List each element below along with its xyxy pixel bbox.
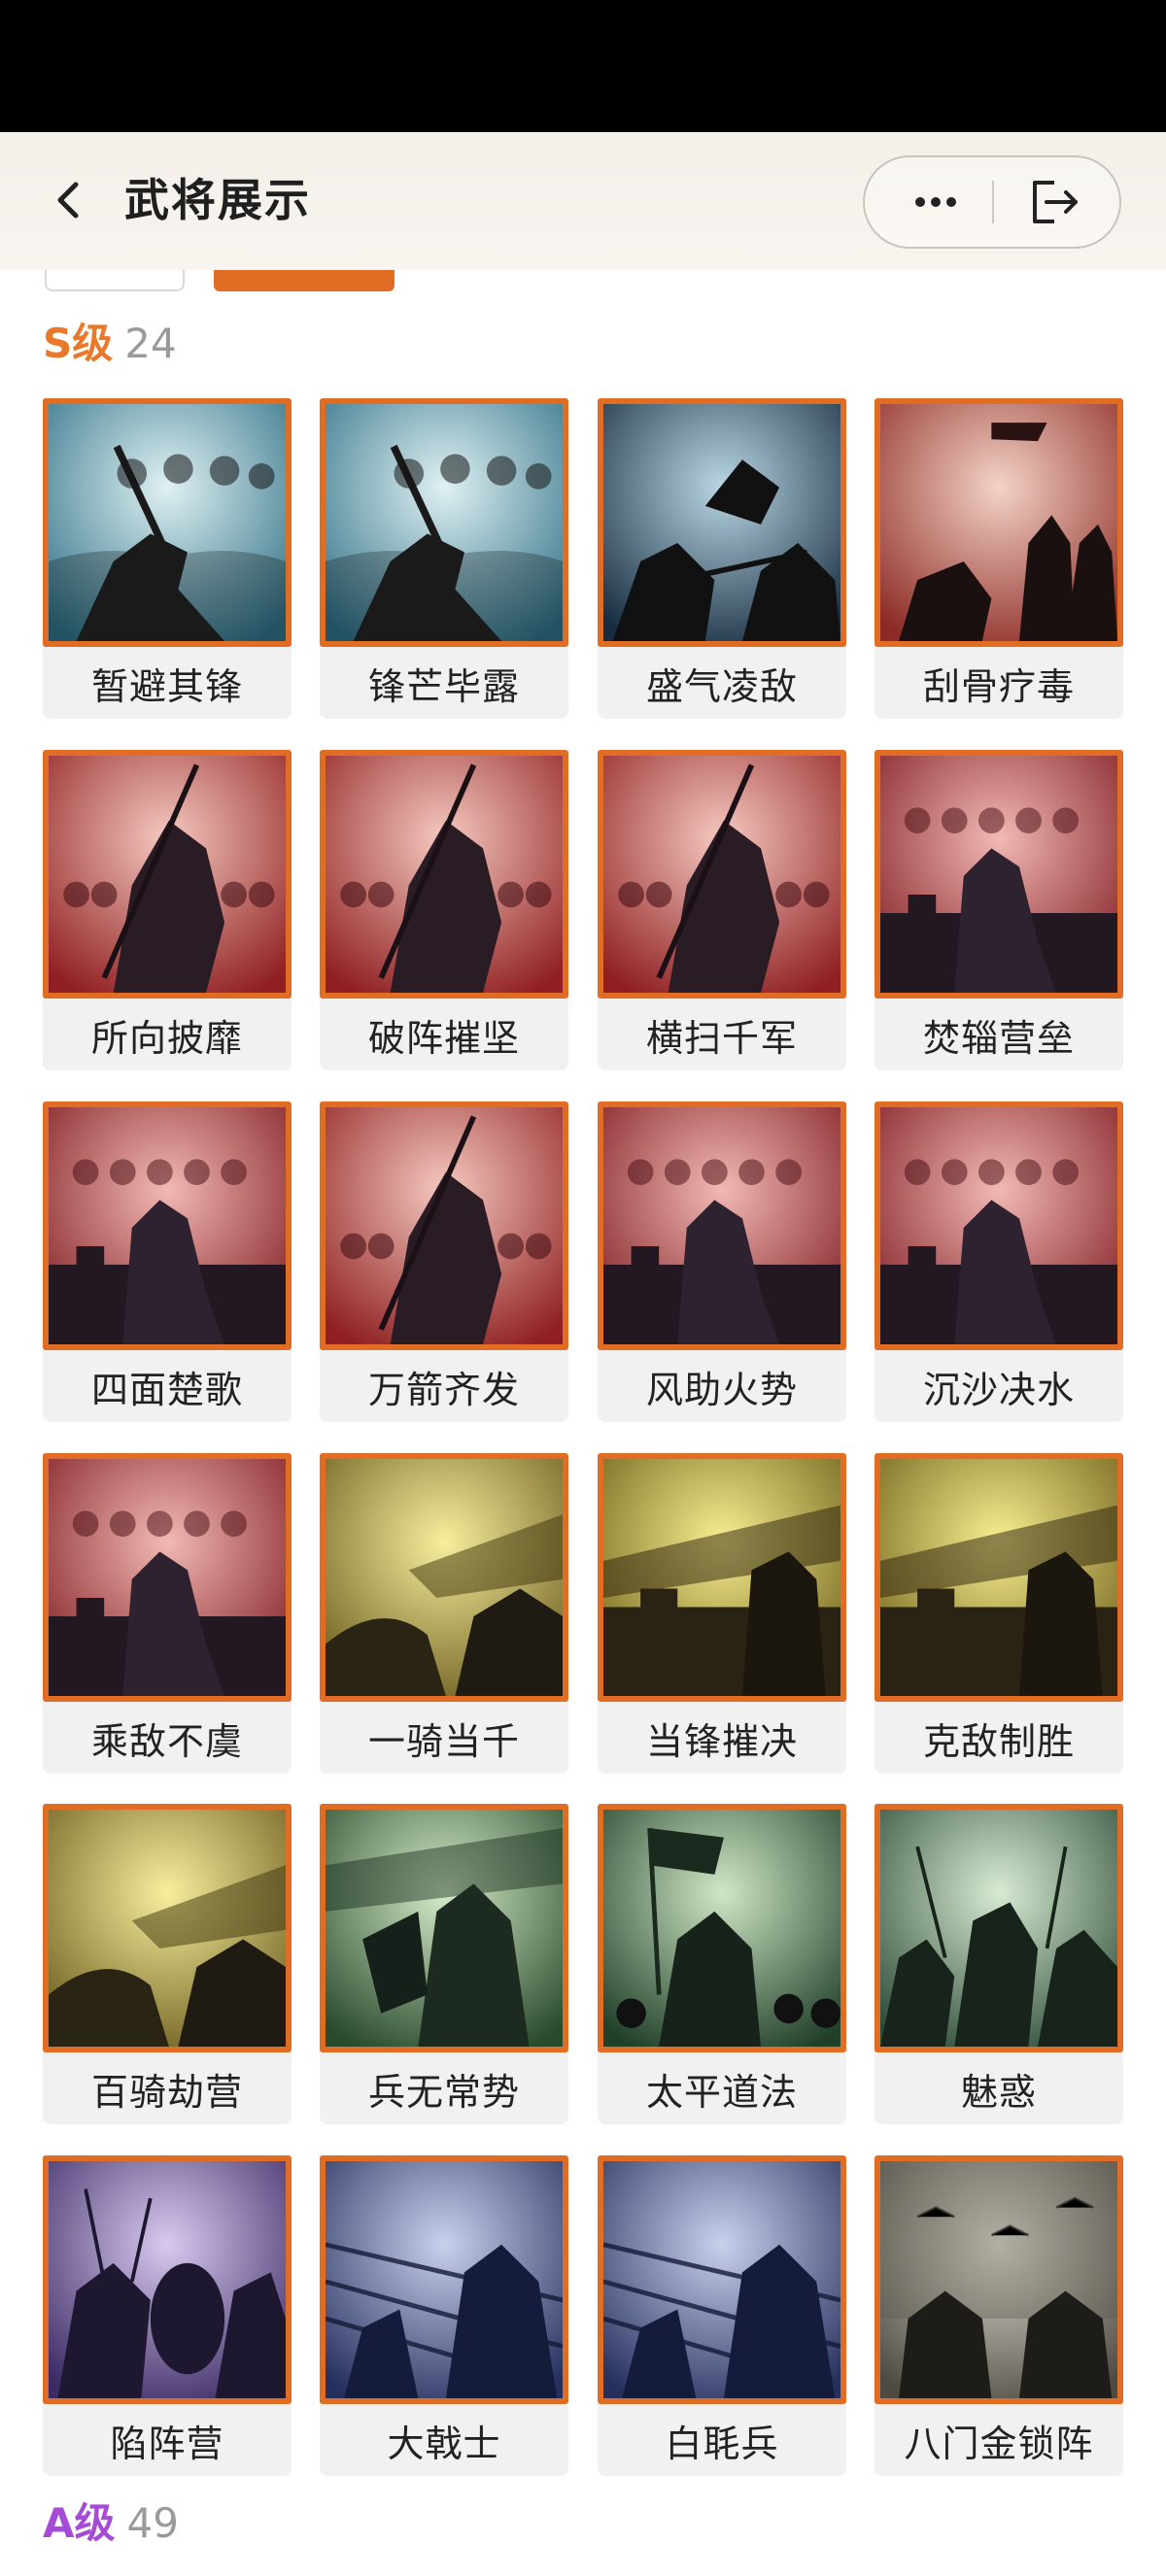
skill-art-image bbox=[874, 1102, 1123, 1350]
skill-art-image bbox=[320, 398, 568, 647]
skill-name: 兵无常势 bbox=[367, 2070, 520, 2114]
skill-art-image bbox=[43, 750, 292, 999]
skill-name: 焚辎营垒 bbox=[922, 1016, 1075, 1060]
skill-art-image bbox=[43, 1453, 292, 1702]
skill-name: 百骑劫营 bbox=[90, 2070, 243, 2114]
skill-card[interactable]: 百骑劫营 bbox=[43, 1804, 292, 2124]
capsule-divider bbox=[992, 181, 994, 223]
skill-card[interactable]: 盛气凌敌 bbox=[598, 398, 846, 719]
page-title: 武将展示 bbox=[124, 174, 311, 226]
skill-name: 刮骨疗毒 bbox=[922, 664, 1075, 708]
skill-card[interactable]: 横扫千军 bbox=[598, 750, 846, 1070]
filter-tab-active[interactable] bbox=[214, 270, 394, 291]
skill-name: 暂避其锋 bbox=[90, 664, 243, 708]
grade-label: A级 bbox=[43, 2499, 116, 2547]
skill-name: 锋芒毕露 bbox=[367, 664, 520, 708]
skill-art-image bbox=[874, 1804, 1123, 2052]
skill-card[interactable]: 兵无常势 bbox=[320, 1804, 568, 2124]
grade-count: 24 bbox=[124, 320, 177, 367]
skill-card[interactable]: 白毦兵 bbox=[598, 2155, 846, 2476]
skill-card[interactable]: 沉沙决水 bbox=[874, 1102, 1123, 1422]
skill-art-image bbox=[598, 1453, 846, 1702]
skill-art-image bbox=[43, 2155, 292, 2404]
skill-card[interactable]: 焚辎营垒 bbox=[874, 750, 1123, 1070]
skill-card[interactable]: 风助火势 bbox=[598, 1102, 846, 1422]
skill-art-image bbox=[320, 1102, 568, 1350]
skill-card[interactable]: 陷阵营 bbox=[43, 2155, 292, 2476]
skill-art-image bbox=[43, 1804, 292, 2052]
skill-name: 横扫千军 bbox=[645, 1016, 798, 1060]
skill-card[interactable]: 刮骨疗毒 bbox=[874, 398, 1123, 719]
more-dots-icon[interactable] bbox=[892, 157, 979, 247]
skill-name: 盛气凌敌 bbox=[645, 664, 798, 708]
skill-card[interactable]: 魅惑 bbox=[874, 1804, 1123, 2124]
mini-program-capsule bbox=[863, 155, 1121, 249]
skill-card[interactable]: 一骑当千 bbox=[320, 1453, 568, 1774]
chevron-left-icon[interactable] bbox=[39, 171, 97, 229]
skill-name: 所向披靡 bbox=[90, 1016, 243, 1060]
skill-name: 破阵摧坚 bbox=[367, 1016, 520, 1060]
section-header-a: A级 49 bbox=[43, 2494, 179, 2553]
skill-card[interactable]: 破阵摧坚 bbox=[320, 750, 568, 1070]
skill-art-image bbox=[598, 2155, 846, 2404]
skill-name: 陷阵营 bbox=[110, 2422, 224, 2465]
skill-card[interactable]: 锋芒毕露 bbox=[320, 398, 568, 719]
skill-name: 乘敌不虞 bbox=[90, 1719, 243, 1763]
grade-label: S级 bbox=[43, 320, 114, 367]
exit-icon[interactable] bbox=[1011, 157, 1098, 247]
skill-art-image bbox=[598, 1804, 846, 2052]
skill-card[interactable]: 太平道法 bbox=[598, 1804, 846, 2124]
skill-name: 沉沙决水 bbox=[922, 1368, 1075, 1411]
skill-art-image bbox=[598, 750, 846, 999]
skill-name: 白毦兵 bbox=[665, 2422, 779, 2465]
skill-art-image bbox=[874, 398, 1123, 647]
grade-count: 49 bbox=[126, 2499, 179, 2547]
skill-name: 万箭齐发 bbox=[367, 1368, 520, 1411]
skill-art-image bbox=[320, 1453, 568, 1702]
skill-card[interactable]: 当锋摧决 bbox=[598, 1453, 846, 1774]
skill-name: 大戟士 bbox=[387, 2422, 501, 2465]
skill-card[interactable]: 克敌制胜 bbox=[874, 1453, 1123, 1774]
skill-name: 当锋摧决 bbox=[645, 1719, 798, 1763]
skill-art-image bbox=[874, 2155, 1123, 2404]
skill-card[interactable]: 八门金锁阵 bbox=[874, 2155, 1123, 2476]
skill-card[interactable]: 暂避其锋 bbox=[43, 398, 292, 719]
skill-art-image bbox=[43, 398, 292, 647]
status-bar bbox=[0, 0, 1166, 132]
skill-art-image bbox=[598, 398, 846, 647]
skill-name: 风助火势 bbox=[645, 1368, 798, 1411]
skill-card[interactable]: 乘敌不虞 bbox=[43, 1453, 292, 1774]
skill-name: 魅惑 bbox=[960, 2070, 1037, 2114]
skill-art-image bbox=[598, 1102, 846, 1350]
section-header-s: S级 24 bbox=[43, 315, 177, 373]
skill-name: 四面楚歌 bbox=[90, 1368, 243, 1411]
skill-name: 一骑当千 bbox=[367, 1719, 520, 1763]
skill-art-image bbox=[874, 750, 1123, 999]
skill-name: 克敌制胜 bbox=[922, 1719, 1075, 1763]
skill-art-image bbox=[320, 1804, 568, 2052]
skill-art-image bbox=[43, 1102, 292, 1350]
skill-card[interactable]: 所向披靡 bbox=[43, 750, 292, 1070]
skill-art-image bbox=[874, 1453, 1123, 1702]
skill-name: 太平道法 bbox=[645, 2070, 798, 2114]
skill-card[interactable]: 四面楚歌 bbox=[43, 1102, 292, 1422]
skill-art-image bbox=[320, 2155, 568, 2404]
skill-card[interactable]: 万箭齐发 bbox=[320, 1102, 568, 1422]
nav-bar: 武将展示 bbox=[0, 132, 1166, 270]
skill-card[interactable]: 大戟士 bbox=[320, 2155, 568, 2476]
filter-tab[interactable] bbox=[45, 270, 185, 291]
skill-art-image bbox=[320, 750, 568, 999]
skill-name: 八门金锁阵 bbox=[904, 2422, 1094, 2465]
